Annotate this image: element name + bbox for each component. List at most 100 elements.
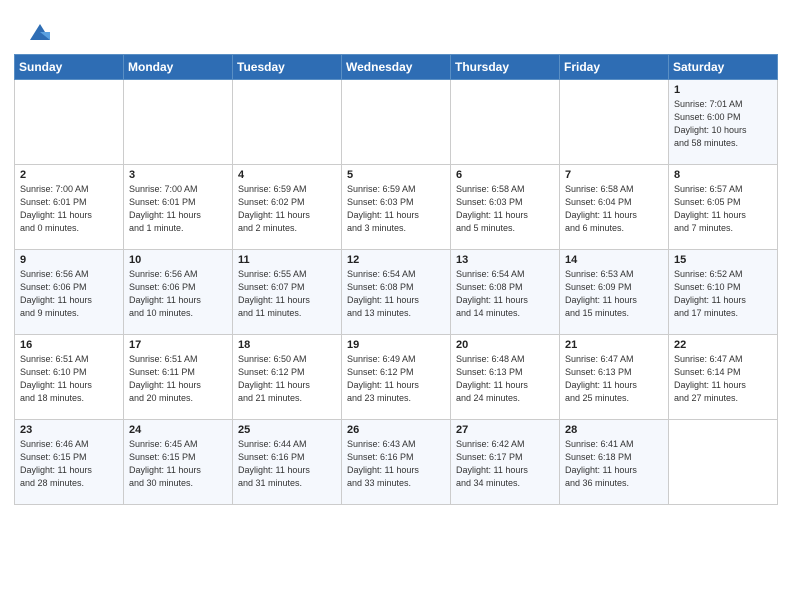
weekday-friday: Friday	[560, 55, 669, 80]
day-info: Sunrise: 6:54 AM Sunset: 6:08 PM Dayligh…	[456, 268, 554, 320]
day-number: 19	[347, 339, 445, 351]
day-number: 2	[20, 169, 118, 181]
day-number: 15	[674, 254, 772, 266]
weekday-wednesday: Wednesday	[342, 55, 451, 80]
day-info: Sunrise: 6:45 AM Sunset: 6:15 PM Dayligh…	[129, 438, 227, 490]
week-row-0: 1 Sunrise: 7:01 AM Sunset: 6:00 PM Daylig…	[15, 80, 778, 165]
day-number: 4	[238, 169, 336, 181]
weekday-monday: Monday	[124, 55, 233, 80]
calendar-cell: 16 Sunrise: 6:51 AM Sunset: 6:10 PM Dayli…	[15, 335, 124, 420]
day-number: 1	[674, 84, 772, 96]
page: SundayMondayTuesdayWednesdayThursdayFrid…	[0, 0, 792, 612]
day-number: 7	[565, 169, 663, 181]
day-info: Sunrise: 6:47 AM Sunset: 6:13 PM Dayligh…	[565, 353, 663, 405]
day-info: Sunrise: 6:43 AM Sunset: 6:16 PM Dayligh…	[347, 438, 445, 490]
calendar-cell: 24 Sunrise: 6:45 AM Sunset: 6:15 PM Dayli…	[124, 420, 233, 505]
calendar-cell: 1 Sunrise: 7:01 AM Sunset: 6:00 PM Daylig…	[669, 80, 778, 165]
day-info: Sunrise: 6:41 AM Sunset: 6:18 PM Dayligh…	[565, 438, 663, 490]
day-info: Sunrise: 6:47 AM Sunset: 6:14 PM Dayligh…	[674, 353, 772, 405]
calendar-cell: 18Sunrise: 6:50 AM Sunset: 6:12 PM Dayli…	[233, 335, 342, 420]
day-info: Sunrise: 6:51 AM Sunset: 6:10 PM Dayligh…	[20, 353, 118, 405]
day-info: Sunrise: 6:42 AM Sunset: 6:17 PM Dayligh…	[456, 438, 554, 490]
day-number: 3	[129, 169, 227, 181]
day-info: Sunrise: 6:58 AM Sunset: 6:03 PM Dayligh…	[456, 183, 554, 235]
day-number: 10	[129, 254, 227, 266]
calendar-cell: 25 Sunrise: 6:44 AM Sunset: 6:16 PM Dayli…	[233, 420, 342, 505]
day-info: Sunrise: 7:00 AM Sunset: 6:01 PM Dayligh…	[129, 183, 227, 235]
calendar-cell: 15 Sunrise: 6:52 AM Sunset: 6:10 PM Dayli…	[669, 250, 778, 335]
day-info: Sunrise: 6:52 AM Sunset: 6:10 PM Dayligh…	[674, 268, 772, 320]
calendar-cell	[669, 420, 778, 505]
calendar-table: SundayMondayTuesdayWednesdayThursdayFrid…	[14, 54, 778, 505]
calendar-cell: 28Sunrise: 6:41 AM Sunset: 6:18 PM Dayli…	[560, 420, 669, 505]
day-number: 27	[456, 424, 554, 436]
calendar-cell: 5 Sunrise: 6:59 AM Sunset: 6:03 PM Daylig…	[342, 165, 451, 250]
day-number: 22	[674, 339, 772, 351]
calendar-cell: 4 Sunrise: 6:59 AM Sunset: 6:02 PM Daylig…	[233, 165, 342, 250]
calendar-cell: 2 Sunrise: 7:00 AM Sunset: 6:01 PM Daylig…	[15, 165, 124, 250]
weekday-sunday: Sunday	[15, 55, 124, 80]
calendar-cell: 10Sunrise: 6:56 AM Sunset: 6:06 PM Dayli…	[124, 250, 233, 335]
day-number: 20	[456, 339, 554, 351]
weekday-saturday: Saturday	[669, 55, 778, 80]
day-info: Sunrise: 6:49 AM Sunset: 6:12 PM Dayligh…	[347, 353, 445, 405]
day-number: 11	[238, 254, 336, 266]
calendar-cell: 21 Sunrise: 6:47 AM Sunset: 6:13 PM Dayli…	[560, 335, 669, 420]
weekday-header-row: SundayMondayTuesdayWednesdayThursdayFrid…	[15, 55, 778, 80]
calendar-cell: 22 Sunrise: 6:47 AM Sunset: 6:14 PM Dayli…	[669, 335, 778, 420]
day-info: Sunrise: 7:00 AM Sunset: 6:01 PM Dayligh…	[20, 183, 118, 235]
day-info: Sunrise: 6:51 AM Sunset: 6:11 PM Dayligh…	[129, 353, 227, 405]
calendar-cell: 13 Sunrise: 6:54 AM Sunset: 6:08 PM Dayli…	[451, 250, 560, 335]
calendar-cell	[451, 80, 560, 165]
week-row-4: 23 Sunrise: 6:46 AM Sunset: 6:15 PM Dayli…	[15, 420, 778, 505]
day-number: 12	[347, 254, 445, 266]
day-number: 21	[565, 339, 663, 351]
week-row-1: 2 Sunrise: 7:00 AM Sunset: 6:01 PM Daylig…	[15, 165, 778, 250]
calendar-cell	[560, 80, 669, 165]
calendar-cell	[233, 80, 342, 165]
calendar-cell	[124, 80, 233, 165]
week-row-3: 16 Sunrise: 6:51 AM Sunset: 6:10 PM Dayli…	[15, 335, 778, 420]
day-number: 26	[347, 424, 445, 436]
calendar-cell: 27 Sunrise: 6:42 AM Sunset: 6:17 PM Dayli…	[451, 420, 560, 505]
calendar-cell: 9 Sunrise: 6:56 AM Sunset: 6:06 PM Daylig…	[15, 250, 124, 335]
day-info: Sunrise: 6:58 AM Sunset: 6:04 PM Dayligh…	[565, 183, 663, 235]
day-info: Sunrise: 7:01 AM Sunset: 6:00 PM Dayligh…	[674, 98, 772, 150]
day-info: Sunrise: 6:59 AM Sunset: 6:03 PM Dayligh…	[347, 183, 445, 235]
day-info: Sunrise: 6:46 AM Sunset: 6:15 PM Dayligh…	[20, 438, 118, 490]
day-info: Sunrise: 6:48 AM Sunset: 6:13 PM Dayligh…	[456, 353, 554, 405]
day-number: 16	[20, 339, 118, 351]
calendar: SundayMondayTuesdayWednesdayThursdayFrid…	[0, 54, 792, 612]
day-info: Sunrise: 6:54 AM Sunset: 6:08 PM Dayligh…	[347, 268, 445, 320]
day-number: 24	[129, 424, 227, 436]
day-number: 9	[20, 254, 118, 266]
calendar-cell: 11 Sunrise: 6:55 AM Sunset: 6:07 PM Dayli…	[233, 250, 342, 335]
logo	[22, 18, 54, 46]
weekday-thursday: Thursday	[451, 55, 560, 80]
calendar-cell: 26 Sunrise: 6:43 AM Sunset: 6:16 PM Dayli…	[342, 420, 451, 505]
calendar-cell: 12 Sunrise: 6:54 AM Sunset: 6:08 PM Dayli…	[342, 250, 451, 335]
day-number: 18	[238, 339, 336, 351]
day-info: Sunrise: 6:59 AM Sunset: 6:02 PM Dayligh…	[238, 183, 336, 235]
day-number: 8	[674, 169, 772, 181]
day-number: 13	[456, 254, 554, 266]
day-info: Sunrise: 6:56 AM Sunset: 6:06 PM Dayligh…	[20, 268, 118, 320]
calendar-cell: 19 Sunrise: 6:49 AM Sunset: 6:12 PM Dayli…	[342, 335, 451, 420]
day-number: 6	[456, 169, 554, 181]
logo-icon	[26, 18, 54, 46]
calendar-cell: 14Sunrise: 6:53 AM Sunset: 6:09 PM Dayli…	[560, 250, 669, 335]
day-info: Sunrise: 6:57 AM Sunset: 6:05 PM Dayligh…	[674, 183, 772, 235]
day-info: Sunrise: 6:44 AM Sunset: 6:16 PM Dayligh…	[238, 438, 336, 490]
day-number: 5	[347, 169, 445, 181]
week-row-2: 9 Sunrise: 6:56 AM Sunset: 6:06 PM Daylig…	[15, 250, 778, 335]
calendar-cell: 6 Sunrise: 6:58 AM Sunset: 6:03 PM Daylig…	[451, 165, 560, 250]
calendar-cell	[15, 80, 124, 165]
header	[0, 0, 792, 54]
day-number: 25	[238, 424, 336, 436]
day-number: 23	[20, 424, 118, 436]
calendar-cell: 7 Sunrise: 6:58 AM Sunset: 6:04 PM Daylig…	[560, 165, 669, 250]
calendar-cell: 8 Sunrise: 6:57 AM Sunset: 6:05 PM Daylig…	[669, 165, 778, 250]
calendar-cell: 3 Sunrise: 7:00 AM Sunset: 6:01 PM Daylig…	[124, 165, 233, 250]
day-info: Sunrise: 6:55 AM Sunset: 6:07 PM Dayligh…	[238, 268, 336, 320]
day-number: 17	[129, 339, 227, 351]
